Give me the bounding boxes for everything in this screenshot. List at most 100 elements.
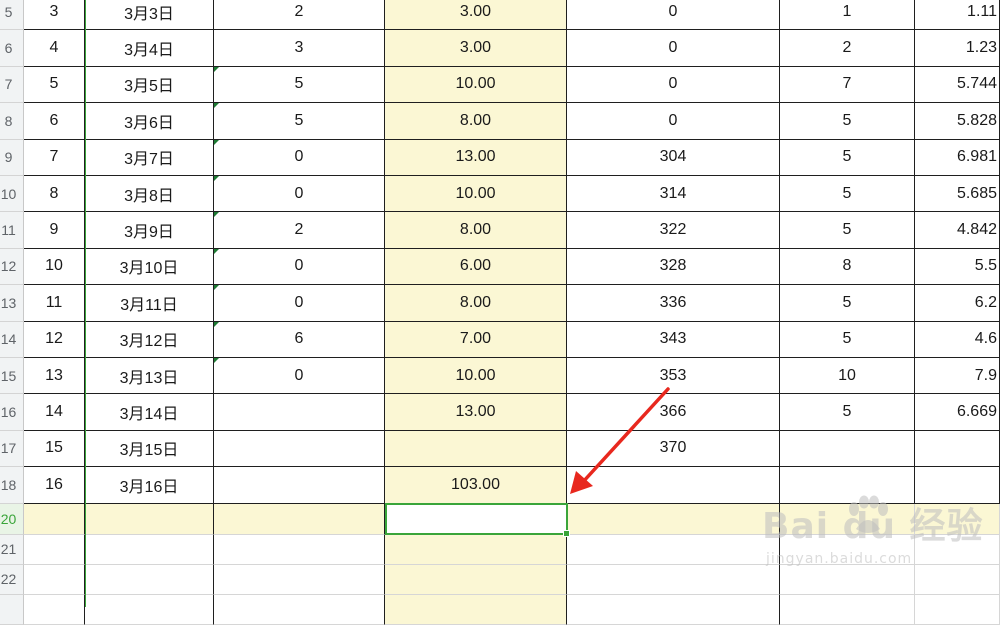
table-cell[interactable]: 7.9 bbox=[915, 358, 1000, 395]
table-cell[interactable]: 5 bbox=[24, 66, 85, 104]
row-header[interactable]: 6 bbox=[0, 30, 24, 67]
table-cell[interactable]: 14 bbox=[24, 394, 85, 431]
table-cell[interactable]: 322 bbox=[567, 212, 780, 249]
table-cell[interactable]: 353 bbox=[567, 358, 780, 395]
table-cell[interactable]: 6.669 bbox=[915, 394, 1000, 431]
table-cell[interactable]: 15 bbox=[24, 430, 85, 468]
row-header[interactable]: 18 bbox=[0, 467, 24, 504]
table-cell[interactable]: 5 bbox=[214, 66, 385, 104]
table-cell[interactable] bbox=[567, 503, 780, 535]
row-header[interactable]: 20 bbox=[0, 503, 24, 535]
row-header[interactable]: 14 bbox=[0, 321, 24, 358]
table-cell[interactable]: 0 bbox=[567, 30, 780, 67]
table-cell[interactable]: 13 bbox=[24, 358, 85, 395]
table-cell[interactable] bbox=[214, 467, 385, 504]
row-header[interactable]: 7 bbox=[0, 66, 24, 104]
table-cell[interactable] bbox=[385, 430, 567, 468]
table-cell[interactable]: 0 bbox=[214, 358, 385, 395]
table-cell[interactable] bbox=[214, 534, 385, 565]
table-cell[interactable]: 5 bbox=[214, 103, 385, 140]
table-cell[interactable]: 5.5 bbox=[915, 248, 1000, 286]
table-cell[interactable]: 10 bbox=[24, 248, 85, 286]
table-cell[interactable]: 10.00 bbox=[385, 358, 567, 395]
table-cell[interactable] bbox=[214, 594, 385, 625]
table-cell[interactable] bbox=[214, 503, 385, 535]
table-cell[interactable]: 3月8日 bbox=[85, 176, 214, 213]
row-header[interactable]: 8 bbox=[0, 103, 24, 140]
table-cell[interactable]: 3月15日 bbox=[85, 430, 214, 468]
table-cell[interactable] bbox=[915, 430, 1000, 468]
table-cell[interactable] bbox=[780, 594, 915, 625]
row-header[interactable]: 21 bbox=[0, 534, 24, 565]
table-cell[interactable]: 10 bbox=[780, 358, 915, 395]
table-cell[interactable]: 5 bbox=[780, 394, 915, 431]
table-cell[interactable] bbox=[780, 503, 915, 535]
table-cell[interactable]: 366 bbox=[567, 394, 780, 431]
table-cell[interactable]: 0 bbox=[567, 103, 780, 140]
table-cell[interactable]: 8 bbox=[780, 248, 915, 286]
table-cell[interactable] bbox=[24, 503, 85, 535]
table-cell[interactable]: 7 bbox=[780, 66, 915, 104]
table-cell[interactable]: 2 bbox=[780, 30, 915, 67]
table-cell[interactable] bbox=[780, 467, 915, 504]
table-cell[interactable] bbox=[385, 534, 567, 565]
table-cell[interactable]: 8.00 bbox=[385, 103, 567, 140]
table-cell[interactable]: 3月14日 bbox=[85, 394, 214, 431]
row-header[interactable]: 22 bbox=[0, 564, 24, 595]
table-cell[interactable] bbox=[780, 430, 915, 468]
table-cell[interactable]: 1 bbox=[780, 0, 915, 31]
table-cell[interactable] bbox=[567, 534, 780, 565]
table-cell[interactable]: 5.828 bbox=[915, 103, 1000, 140]
table-cell[interactable]: 3月7日 bbox=[85, 139, 214, 176]
table-cell[interactable]: 2 bbox=[214, 212, 385, 249]
table-cell[interactable]: 6 bbox=[24, 103, 85, 140]
fill-handle[interactable] bbox=[563, 529, 570, 537]
table-cell[interactable]: 5 bbox=[780, 103, 915, 140]
row-header[interactable]: 13 bbox=[0, 285, 24, 322]
table-cell[interactable]: 3月10日 bbox=[85, 248, 214, 286]
row-header[interactable]: 17 bbox=[0, 430, 24, 468]
row-header[interactable]: 9 bbox=[0, 139, 24, 176]
table-cell[interactable]: 0 bbox=[567, 0, 780, 31]
table-cell[interactable]: 336 bbox=[567, 285, 780, 322]
table-cell[interactable]: 4.6 bbox=[915, 321, 1000, 358]
table-cell[interactable]: 16 bbox=[24, 467, 85, 504]
table-cell[interactable] bbox=[24, 564, 85, 595]
row-header[interactable]: 5 bbox=[0, 0, 24, 31]
table-cell[interactable]: 0 bbox=[214, 285, 385, 322]
table-cell[interactable] bbox=[24, 534, 85, 565]
table-cell[interactable]: 5 bbox=[780, 321, 915, 358]
table-cell[interactable]: 3月11日 bbox=[85, 285, 214, 322]
table-cell[interactable] bbox=[85, 503, 214, 535]
table-cell[interactable]: 328 bbox=[567, 248, 780, 286]
table-cell[interactable]: 12 bbox=[24, 321, 85, 358]
table-cell[interactable]: 10.00 bbox=[385, 176, 567, 213]
table-cell[interactable]: 3月13日 bbox=[85, 358, 214, 395]
table-cell[interactable] bbox=[915, 503, 1000, 535]
table-cell[interactable]: 5 bbox=[780, 139, 915, 176]
table-cell[interactable]: 3月3日 bbox=[85, 0, 214, 31]
table-cell[interactable]: 9 bbox=[24, 212, 85, 249]
table-cell[interactable]: 7 bbox=[24, 139, 85, 176]
table-cell[interactable] bbox=[915, 467, 1000, 504]
row-header[interactable]: 10 bbox=[0, 176, 24, 213]
table-cell[interactable]: 6 bbox=[214, 321, 385, 358]
table-cell[interactable] bbox=[85, 594, 214, 625]
table-cell[interactable]: 3月5日 bbox=[85, 66, 214, 104]
row-header[interactable]: 11 bbox=[0, 212, 24, 249]
table-cell[interactable]: 3月9日 bbox=[85, 212, 214, 249]
table-cell[interactable]: 13.00 bbox=[385, 139, 567, 176]
table-cell[interactable]: 5 bbox=[780, 212, 915, 249]
table-cell[interactable]: 6.2 bbox=[915, 285, 1000, 322]
row-header[interactable]: 15 bbox=[0, 358, 24, 395]
table-cell[interactable]: 3 bbox=[24, 0, 85, 31]
table-cell[interactable]: 343 bbox=[567, 321, 780, 358]
table-cell[interactable]: 6.981 bbox=[915, 139, 1000, 176]
table-cell[interactable] bbox=[567, 594, 780, 625]
table-cell[interactable]: 8.00 bbox=[385, 212, 567, 249]
table-cell[interactable]: 314 bbox=[567, 176, 780, 213]
table-cell[interactable]: 304 bbox=[567, 139, 780, 176]
table-cell[interactable] bbox=[915, 534, 1000, 565]
table-cell[interactable]: 3月6日 bbox=[85, 103, 214, 140]
table-cell[interactable]: 103.00 bbox=[385, 467, 567, 504]
